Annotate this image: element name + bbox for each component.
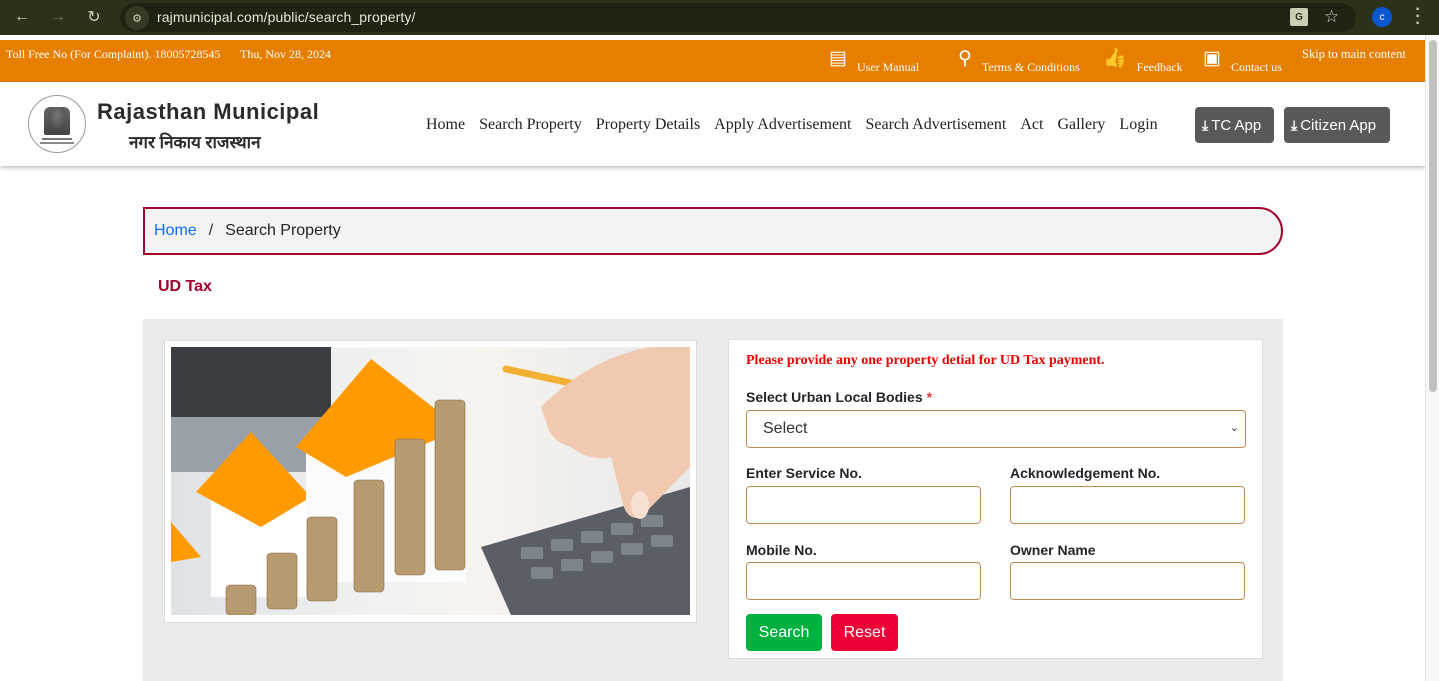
- property-tax-illustration: [171, 347, 690, 615]
- current-date: Thu, Nov 28, 2024: [240, 47, 331, 61]
- contact-label: Contact us: [1230, 60, 1282, 74]
- translate-icon[interactable]: G: [1290, 8, 1308, 26]
- hand: [541, 347, 690, 518]
- citizen-app-label: Citizen App: [1300, 116, 1377, 134]
- ulb-label-text: Select Urban Local Bodies: [746, 389, 923, 405]
- nav-apply-advertisement[interactable]: Apply Advertisement: [714, 116, 851, 134]
- required-asterisk: *: [926, 389, 933, 405]
- user-manual-icon: ▤: [829, 48, 847, 69]
- skip-to-main-link[interactable]: Skip to main content: [1302, 47, 1406, 62]
- browser-toolbar: ← → ↻ ⚙ rajmunicipal.com/public/search_p…: [0, 0, 1439, 35]
- site-settings-icon[interactable]: ⚙: [125, 6, 149, 30]
- terms-label: Terms & Conditions: [981, 60, 1080, 74]
- mobile-no-input[interactable]: [746, 562, 981, 600]
- ack-no-input[interactable]: [1010, 486, 1245, 524]
- calculator: [481, 487, 690, 615]
- bookmark-star-icon[interactable]: ☆: [1324, 7, 1339, 27]
- ulb-select[interactable]: Select ⌄: [746, 410, 1246, 448]
- feedback-link[interactable]: 👍 Feedback: [1103, 48, 1183, 74]
- content-panel: Please provide any one property detial f…: [143, 319, 1283, 681]
- fingernail: [631, 491, 649, 519]
- owner-name-label: Owner Name: [1010, 542, 1096, 558]
- tc-app-download-button[interactable]: ⤓ TC App: [1195, 107, 1274, 143]
- reset-button[interactable]: Reset: [831, 614, 898, 651]
- nav-search-property[interactable]: Search Property: [479, 116, 582, 134]
- search-button[interactable]: Search: [746, 614, 822, 651]
- site-subtitle-hindi: नगर निकाय राजस्थान: [129, 133, 261, 152]
- chevron-down-icon: ⌄: [1229, 422, 1239, 434]
- profile-avatar[interactable]: c: [1372, 7, 1392, 27]
- coin-stack: [306, 516, 338, 602]
- illustration-svg: [171, 347, 690, 615]
- laptop-screen: [171, 347, 331, 417]
- coin-stack: [225, 584, 257, 615]
- contact-card-icon: ▣: [1203, 48, 1221, 69]
- back-arrow-icon[interactable]: ←: [10, 5, 34, 29]
- emblem-motto: [42, 137, 72, 140]
- form-notice: Please provide any one property detial f…: [746, 353, 1105, 368]
- breadcrumb-separator: /: [208, 222, 214, 239]
- terms-link[interactable]: ⚲ Terms & Conditions: [958, 48, 1080, 74]
- user-manual-link[interactable]: ▤ User Manual: [829, 48, 919, 74]
- nav-login[interactable]: Login: [1119, 116, 1157, 134]
- emblem-lions-icon: [44, 106, 70, 135]
- house-edge-roof: [171, 522, 201, 562]
- site-header: Rajasthan Municipal नगर निकाय राजस्थान H…: [0, 82, 1425, 166]
- ack-no-label: Acknowledgement No.: [1010, 465, 1161, 481]
- nav-act[interactable]: Act: [1020, 116, 1043, 134]
- page-scrollbar[interactable]: [1425, 35, 1439, 681]
- owner-name-input[interactable]: [1010, 562, 1245, 600]
- nav-search-advertisement[interactable]: Search Advertisement: [865, 116, 1006, 134]
- search-form-card: Please provide any one property detial f…: [728, 339, 1263, 659]
- coin-stack: [394, 438, 426, 576]
- user-manual-label: User Manual: [856, 60, 920, 74]
- nav-property-details[interactable]: Property Details: [596, 116, 700, 134]
- thumbs-up-icon: 👍: [1103, 48, 1127, 69]
- tollfree-number: Toll Free No (For Complaint). 1800572854…: [6, 47, 221, 61]
- forward-arrow-icon[interactable]: →: [46, 5, 70, 29]
- section-title: UD Tax: [158, 278, 212, 295]
- tc-app-label: TC App: [1211, 116, 1262, 134]
- download-icon: ⤓: [1291, 116, 1298, 133]
- ulb-label: Select Urban Local Bodies *: [746, 389, 932, 405]
- nav-home[interactable]: Home: [426, 116, 465, 134]
- image-frame: [164, 340, 697, 623]
- feedback-label: Feedback: [1136, 60, 1183, 74]
- contact-link[interactable]: ▣ Contact us: [1203, 48, 1282, 74]
- address-bar[interactable]: ⚙ rajmunicipal.com/public/search_propert…: [120, 3, 1356, 32]
- scrollbar-thumb[interactable]: [1429, 40, 1437, 392]
- reload-icon[interactable]: ↻: [82, 5, 106, 29]
- coin-stack: [434, 399, 466, 571]
- coin-stack: [353, 479, 385, 593]
- ulb-selected-value: Select: [763, 420, 808, 437]
- browser-menu-icon[interactable]: · · ·: [1410, 2, 1426, 32]
- service-no-input[interactable]: [746, 486, 981, 524]
- nav-gallery[interactable]: Gallery: [1057, 116, 1105, 134]
- location-pin-icon: ⚲: [958, 48, 972, 69]
- main-navigation: Home Search Property Property Details Ap…: [426, 116, 1172, 134]
- government-emblem-logo[interactable]: [28, 95, 86, 153]
- top-info-bar: Toll Free No (For Complaint). 1800572854…: [0, 40, 1425, 82]
- breadcrumb: Home / Search Property: [143, 207, 1283, 255]
- coin-stack: [266, 552, 298, 610]
- page: Toll Free No (For Complaint). 1800572854…: [0, 35, 1439, 681]
- service-no-label: Enter Service No.: [746, 465, 862, 481]
- citizen-app-download-button[interactable]: ⤓ Citizen App: [1284, 107, 1390, 143]
- breadcrumb-current: Search Property: [225, 222, 341, 239]
- url-text[interactable]: rajmunicipal.com/public/search_property/: [157, 9, 415, 25]
- mobile-no-label: Mobile No.: [746, 542, 817, 558]
- download-icon: ⤓: [1202, 116, 1209, 133]
- emblem-caption: [40, 141, 74, 144]
- breadcrumb-home-link[interactable]: Home: [154, 222, 197, 240]
- site-title[interactable]: Rajasthan Municipal: [97, 99, 319, 125]
